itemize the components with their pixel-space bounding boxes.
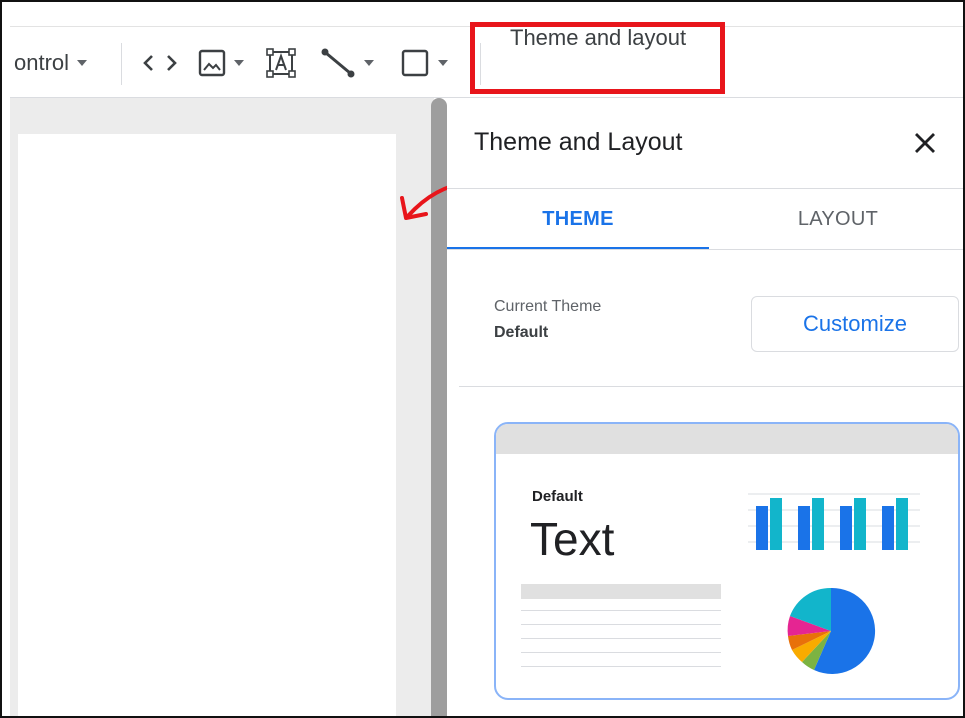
rectangle-icon [401, 49, 429, 77]
sample-table-line [521, 666, 721, 667]
image-icon [198, 49, 226, 77]
current-theme-label: Current Theme [494, 298, 602, 315]
chevron-down-icon [77, 60, 88, 66]
chevron-down-icon [234, 60, 244, 66]
panel-title: Theme and Layout [474, 128, 683, 156]
sample-table-line [521, 638, 721, 639]
card-header [496, 424, 958, 454]
text-box-icon [266, 48, 296, 78]
sample-table-line [521, 652, 721, 653]
line-icon [321, 48, 355, 78]
divider [459, 386, 963, 387]
control-label: ontrol [14, 50, 70, 75]
sample-bar-chart-icon [748, 493, 920, 550]
chevron-down-icon [438, 60, 448, 66]
theme-card-default[interactable]: Default Text [494, 422, 960, 700]
sample-table-line [521, 624, 721, 625]
text-box-button[interactable] [266, 27, 296, 99]
embed-button[interactable] [142, 27, 178, 99]
divider [447, 249, 963, 250]
current-theme-value: Default [494, 324, 549, 341]
tab-theme[interactable]: THEME [447, 189, 709, 249]
customize-button[interactable]: Customize [751, 296, 959, 352]
toolbar-divider [121, 43, 122, 85]
sample-table-header [521, 584, 721, 599]
tab-layout[interactable]: LAYOUT [709, 189, 963, 249]
report-canvas[interactable] [10, 98, 434, 716]
line-button[interactable] [320, 27, 374, 99]
theme-layout-panel: Theme and Layout THEME LAYOUT Current Th… [447, 98, 963, 716]
theme-card-name: Default [532, 488, 583, 505]
shape-button[interactable] [400, 27, 448, 99]
control-menu[interactable]: ontrol [14, 27, 88, 99]
report-page[interactable] [18, 134, 396, 716]
image-button[interactable] [198, 27, 244, 99]
screenshot-frame: ontrol Theme and layout Theme and Layout… [0, 0, 965, 718]
chevron-down-icon [364, 60, 374, 66]
close-icon[interactable] [912, 130, 938, 156]
sample-pie-chart-icon [787, 587, 876, 674]
highlight-box [470, 22, 725, 94]
code-icon [143, 55, 177, 71]
theme-card-sample-text: Text [530, 513, 615, 565]
sample-table-line [521, 610, 721, 611]
